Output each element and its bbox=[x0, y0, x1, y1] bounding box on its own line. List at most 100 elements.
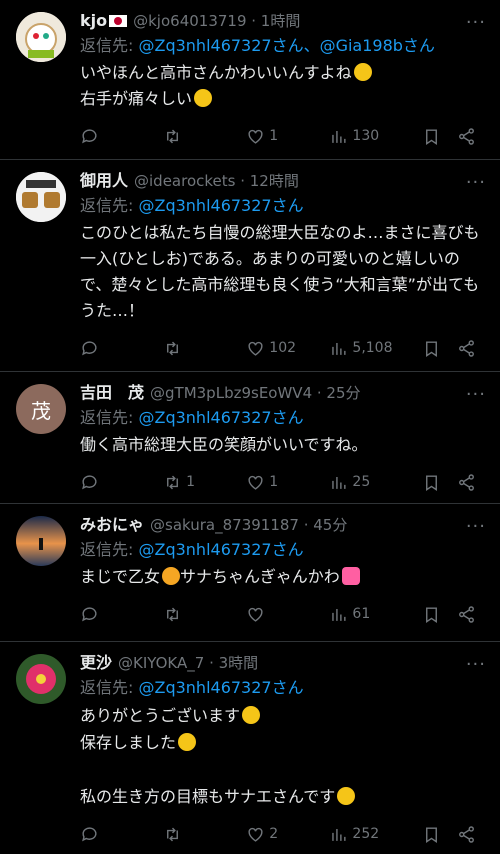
tweet[interactable]: 御用人 @idearockets · 12時間 ··· 返信先: @Zq3nhl… bbox=[0, 160, 500, 372]
views-button[interactable]: 25 bbox=[329, 473, 422, 492]
avatar[interactable] bbox=[16, 516, 66, 566]
more-options-icon[interactable]: ··· bbox=[466, 654, 486, 675]
display-name[interactable]: 吉田 茂 bbox=[80, 382, 144, 404]
like-button[interactable]: 102 bbox=[246, 339, 329, 358]
retweet-button[interactable] bbox=[163, 825, 246, 844]
tweet[interactable]: kjo @kjo64013719 · 1時間 ··· 返信先: @Zq3nhl4… bbox=[0, 0, 500, 160]
reply-to-link[interactable]: @Zq3nhl467327さん、@Gia198bさん bbox=[138, 36, 434, 55]
reply-prefix: 返信先: bbox=[80, 196, 139, 215]
reply-icon bbox=[82, 340, 97, 355]
share-button[interactable] bbox=[457, 825, 486, 844]
action-bar: 102 5,108 bbox=[80, 328, 486, 368]
reply-button[interactable] bbox=[80, 605, 163, 624]
japan-flag-icon bbox=[109, 15, 128, 27]
handle-time[interactable]: @idearockets · 12時間 bbox=[134, 170, 299, 192]
retweet-icon bbox=[167, 475, 179, 489]
display-name[interactable]: 御用人 bbox=[80, 170, 128, 192]
action-bar: 1 1 25 bbox=[80, 462, 486, 502]
tweet-text-line: ありがとうございます bbox=[80, 706, 241, 725]
more-options-icon[interactable]: ··· bbox=[466, 516, 486, 537]
views-button[interactable]: 5,108 bbox=[329, 339, 422, 358]
tweet-text: ありがとうございます 保存しました 私の生き方の目標もサナエさんです bbox=[80, 702, 486, 810]
tweet[interactable]: 茂 吉田 茂 @gTM3pLbz9sEoWV4 · 25分 ··· 返信先: @… bbox=[0, 372, 500, 504]
handle-time[interactable]: @gTM3pLbz9sEoWV4 · 25分 bbox=[150, 382, 360, 404]
share-button[interactable] bbox=[457, 127, 486, 146]
reply-prefix: 返信先: bbox=[80, 540, 139, 559]
reply-to-link[interactable]: @Zq3nhl467327さん bbox=[138, 408, 303, 427]
display-name[interactable]: みおにゃ bbox=[80, 514, 144, 536]
tweet-header: 御用人 @idearockets · 12時間 bbox=[80, 170, 486, 192]
retweet-button[interactable]: 1 bbox=[163, 473, 246, 492]
share-button[interactable] bbox=[457, 339, 486, 358]
display-name[interactable]: kjo bbox=[80, 10, 107, 32]
like-count: 1 bbox=[269, 128, 279, 144]
like-count: 102 bbox=[269, 340, 297, 356]
views-chart-icon bbox=[332, 342, 346, 355]
bookmark-button[interactable] bbox=[422, 473, 457, 492]
reply-button[interactable] bbox=[80, 473, 163, 492]
sparkling-heart-emoji-icon bbox=[341, 567, 360, 585]
reply-button[interactable] bbox=[80, 825, 163, 844]
reply-to-line: 返信先: @Zq3nhl467327さん bbox=[80, 406, 486, 430]
more-options-icon[interactable]: ··· bbox=[466, 12, 486, 33]
bookmark-button[interactable] bbox=[422, 605, 457, 624]
bookmark-icon bbox=[426, 826, 438, 843]
tweet-text: まじで乙女 サナちゃんぎゃんかわ bbox=[80, 564, 486, 590]
display-name[interactable]: 更沙 bbox=[80, 652, 112, 674]
like-button[interactable] bbox=[246, 605, 329, 624]
share-button[interactable] bbox=[457, 473, 486, 492]
handle-time[interactable]: @kjo64013719 · 1時間 bbox=[133, 10, 300, 32]
views-button[interactable]: 252 bbox=[329, 825, 422, 844]
like-button[interactable]: 1 bbox=[246, 127, 329, 146]
crying-face-emoji-icon bbox=[194, 89, 213, 107]
action-bar: 2 252 bbox=[80, 814, 486, 854]
more-options-icon[interactable]: ··· bbox=[466, 384, 486, 405]
smiling-hearts-emoji-icon bbox=[178, 733, 197, 751]
tweet-text: このひとは私たち自慢の総理大臣なのよ…まさに喜びも一入(ひとしお)である。あまり… bbox=[80, 223, 480, 320]
avatar[interactable] bbox=[16, 12, 66, 62]
tweet[interactable]: 更沙 @KIYOKA_7 · 3時間 ··· 返信先: @Zq3nhl46732… bbox=[0, 642, 500, 853]
views-button[interactable]: 61 bbox=[329, 605, 422, 624]
handle-time[interactable]: @sakura_87391187 · 45分 bbox=[150, 514, 347, 536]
views-button[interactable]: 130 bbox=[329, 127, 422, 146]
heart-icon bbox=[248, 129, 263, 144]
reply-icon bbox=[82, 606, 97, 621]
retweet-button[interactable] bbox=[163, 339, 246, 358]
share-icon bbox=[459, 339, 474, 357]
tweet-header: 吉田 茂 @gTM3pLbz9sEoWV4 · 25分 bbox=[80, 382, 486, 404]
reply-to-link[interactable]: @Zq3nhl467327さん bbox=[138, 196, 303, 215]
like-button[interactable]: 2 bbox=[246, 825, 329, 844]
reply-to-link[interactable]: @Zq3nhl467327さん bbox=[138, 540, 303, 559]
avatar[interactable]: 茂 bbox=[16, 384, 66, 434]
view-count: 61 bbox=[352, 606, 371, 622]
reply-button[interactable] bbox=[80, 339, 163, 358]
share-icon bbox=[459, 825, 474, 843]
tweet-text-line: 保存しました bbox=[80, 733, 177, 752]
reply-to-link[interactable]: @Zq3nhl467327さん bbox=[138, 678, 303, 697]
like-count: 1 bbox=[269, 474, 279, 490]
reply-to-line: 返信先: @Zq3nhl467327さん bbox=[80, 538, 486, 562]
reply-button[interactable] bbox=[80, 127, 163, 146]
bookmark-button[interactable] bbox=[422, 825, 457, 844]
like-button[interactable]: 1 bbox=[246, 473, 329, 492]
share-button[interactable] bbox=[457, 605, 486, 624]
tweet-header: kjo @kjo64013719 · 1時間 bbox=[80, 10, 486, 32]
heart-icon bbox=[248, 341, 263, 356]
retweet-icon bbox=[167, 341, 179, 355]
retweet-button[interactable] bbox=[163, 127, 246, 146]
bookmark-icon bbox=[426, 128, 438, 145]
bookmark-icon bbox=[426, 340, 438, 357]
reply-icon bbox=[82, 826, 97, 841]
avatar[interactable] bbox=[16, 654, 66, 704]
more-options-icon[interactable]: ··· bbox=[466, 172, 486, 193]
tweet[interactable]: みおにゃ @sakura_87391187 · 45分 ··· 返信先: @Zq… bbox=[0, 504, 500, 642]
reply-to-line: 返信先: @Zq3nhl467327さん bbox=[80, 676, 486, 700]
handle-time[interactable]: @KIYOKA_7 · 3時間 bbox=[118, 652, 258, 674]
retweet-count: 1 bbox=[186, 474, 196, 490]
bookmark-button[interactable] bbox=[422, 127, 457, 146]
heart-icon bbox=[248, 827, 263, 842]
tweet-text-line: まじで乙女 bbox=[80, 567, 161, 586]
avatar[interactable] bbox=[16, 172, 66, 222]
bookmark-button[interactable] bbox=[422, 339, 457, 358]
retweet-button[interactable] bbox=[163, 605, 246, 624]
